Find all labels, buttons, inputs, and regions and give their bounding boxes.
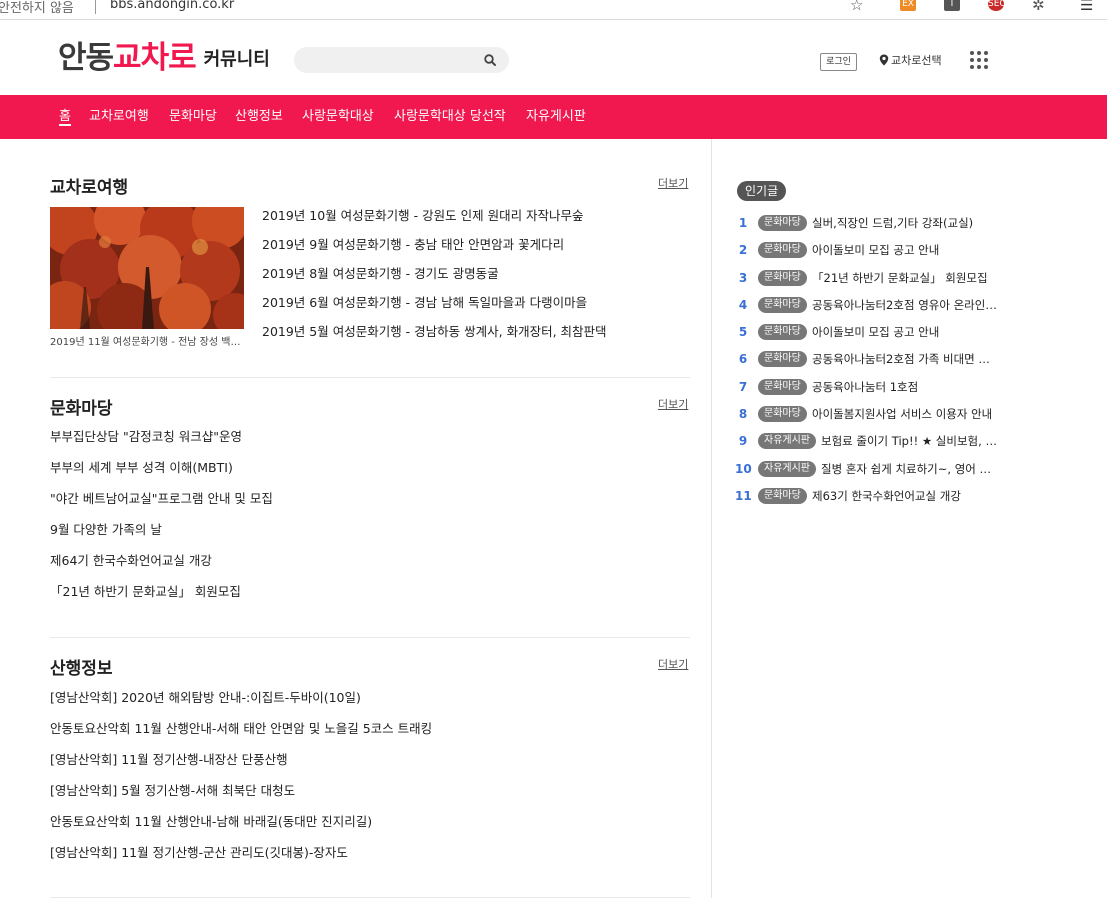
app-grid-icon[interactable] <box>970 51 988 69</box>
autumn-foliage-image <box>50 207 244 329</box>
list-item[interactable]: 안동토요산악회 11월 산행안내-남해 바래길(동대만 진지리길) <box>50 813 432 844</box>
rank-number: 2 <box>738 243 748 258</box>
list-item[interactable]: 2019년 5월 여성문화기행 - 경남하동 쌍계사, 화개장터, 최참판댁 <box>262 323 607 352</box>
popular-item-title: 질병 혼자 쉽게 치료하기~, 영어 혼자 <box>821 461 997 476</box>
rank-number: 3 <box>738 270 748 285</box>
nav-free-board[interactable]: 자유게시판 <box>526 95 586 139</box>
list-item[interactable]: [영남산악회] 11월 정기산행-내장산 단풍산행 <box>50 751 432 782</box>
list-item[interactable]: 9월 다양한 가족의 날 <box>50 521 273 552</box>
extension-seo-icon[interactable]: SEO <box>988 0 1006 11</box>
list-item[interactable]: 2019년 9월 여성문화기행 - 충남 태안 안면암과 꽃게다리 <box>262 236 607 265</box>
popular-item-title: 공동육아나눔터 1호점 <box>812 379 919 394</box>
category-badge: 문화마당 <box>758 215 807 231</box>
site-header: 안동교차로 커뮤니티 로그인 교차로선택 <box>0 20 1107 95</box>
travel-more-link[interactable]: 더보기 <box>658 175 688 191</box>
search-box <box>294 47 509 73</box>
nav-travel[interactable]: 교차로여행 <box>89 95 149 139</box>
extension-i-icon[interactable]: I <box>944 0 960 11</box>
list-item[interactable]: 안동토요산악회 11월 산행안내-서해 태안 안면암 및 노을길 5코스 트래킹 <box>50 720 432 751</box>
extension-ex-icon[interactable]: EX <box>900 0 916 11</box>
popular-item-title: 공동육아나눔터2호점 가족 비대면 프로그램 <box>812 352 997 367</box>
logo-gyocharo: 교차로 <box>113 40 197 76</box>
travel-list: 2019년 10월 여성문화기행 - 강원도 인제 원대리 자작나무숲 2019… <box>262 207 607 352</box>
list-item[interactable]: "야간 베트남어교실"프로그램 안내 및 모집 <box>50 490 273 521</box>
hiking-section-title[interactable]: 산행정보 <box>50 654 113 679</box>
popular-item-title: 아이돌보미 모집 공고 안내 <box>812 243 940 258</box>
category-badge: 문화마당 <box>758 406 807 423</box>
category-badge: 문화마당 <box>758 269 807 286</box>
browser-address-bar: 안전하지 않음 bbs.andongin.co.kr ☆ EX I SEO ✲ … <box>0 0 1107 20</box>
popular-title-badge: 인기글 <box>737 181 787 201</box>
nav-hiking[interactable]: 산행정보 <box>235 95 283 139</box>
security-indicator[interactable]: 안전하지 않음 <box>0 0 74 16</box>
hiking-more-link[interactable]: 더보기 <box>658 656 688 672</box>
travel-thumbnail[interactable] <box>50 207 244 329</box>
logo-community: 커뮤니티 <box>203 49 270 70</box>
reading-list-icon[interactable]: ☰ <box>1080 0 1093 14</box>
list-item[interactable]: 부부집단상담 "감정코칭 워크샵"운영 <box>50 428 273 459</box>
rank-number: 1 <box>738 216 748 230</box>
category-badge: 문화마당 <box>758 351 807 368</box>
login-button[interactable]: 로그인 <box>820 53 857 71</box>
address-separator <box>95 0 96 14</box>
popular-item-title: 보험료 줄이기 Tip!! ★ 실비보험, 암보험 <box>821 434 997 449</box>
category-badge: 문화마당 <box>758 296 807 313</box>
culture-section-title[interactable]: 문화마당 <box>50 394 113 419</box>
culture-list: 부부집단상담 "감정코칭 워크샵"운영 부부의 세계 부부 성격 이해(MBTI… <box>50 428 273 614</box>
travel-thumbnail-caption[interactable]: 2019년 11월 여성문화기행 - 전남 장성 백양사 <box>50 333 244 348</box>
popular-item-title: 「21년 하반기 문화교실」 회원모집 <box>812 270 988 285</box>
nav-literature-award[interactable]: 사랑문학대상 <box>302 95 374 139</box>
main-nav: 홈 교차로여행 문화마당 산행정보 사랑문학대상 사랑문학대상 당선작 자유게시… <box>0 95 1107 139</box>
popular-sidebar: 인기글 1 문화마당 실버,직장인 드럼,기타 강좌(교실) 2 문화마당 아이돌보미 … <box>713 139 1107 898</box>
extensions-puzzle-icon[interactable]: ✲ <box>1032 0 1045 14</box>
region-label: 교차로선택 <box>891 54 942 67</box>
list-item[interactable]: 부부의 세계 부부 성격 이해(MBTI) <box>50 459 273 490</box>
popular-item-title: 아이돌봄지원사업 서비스 이용자 안내 <box>812 407 993 422</box>
rank-number: 8 <box>738 407 748 422</box>
category-badge: 문화마당 <box>758 487 807 504</box>
rank-number: 5 <box>738 325 748 340</box>
rank-number: 10 <box>735 461 752 476</box>
category-badge: 문화마당 <box>758 324 807 341</box>
list-item[interactable]: 2019년 10월 여성문화기행 - 강원도 인제 원대리 자작나무숲 <box>262 207 607 236</box>
search-input[interactable] <box>306 50 476 70</box>
rank-number: 6 <box>738 352 748 367</box>
list-item[interactable]: [영남산악회] 5월 정기산행-서해 최북단 대청도 <box>50 782 432 813</box>
nav-culture[interactable]: 문화마당 <box>169 95 217 139</box>
travel-section-title[interactable]: 교차로여행 <box>50 173 128 198</box>
popular-item-title: 제63기 한국수화언어교실 개강 <box>812 488 961 503</box>
url-field[interactable]: bbs.andongin.co.kr <box>110 0 234 12</box>
site-logo[interactable]: 안동교차로 커뮤니티 <box>58 41 270 77</box>
list-item[interactable]: 2019년 6월 여성문화기행 - 경남 남해 독일마을과 다랭이마을 <box>262 294 607 323</box>
popular-item-title: 아이돌보미 모집 공고 안내 <box>812 325 940 340</box>
search-icon[interactable] <box>483 53 497 67</box>
category-badge: 자유게시판 <box>758 460 816 477</box>
section-divider <box>50 637 690 638</box>
rank-number: 11 <box>735 488 752 503</box>
list-item[interactable]: [영남산악회] 11월 정기산행-군산 관리도(깃대봉)-장자도 <box>50 844 432 875</box>
region-select[interactable]: 교차로선택 <box>879 53 942 69</box>
rank-number: 7 <box>738 379 748 394</box>
category-badge: 자유게시판 <box>758 433 816 450</box>
popular-item-title: 실버,직장인 드럼,기타 강좌(교실) <box>812 216 974 230</box>
hiking-list: [영남산악회] 2020년 해외탐방 안내-:이집트-두바이(10일) 안동토요… <box>50 689 432 875</box>
list-item[interactable]: [영남산악회] 2020년 해외탐방 안내-:이집트-두바이(10일) <box>50 689 432 720</box>
main-content: 교차로여행 더보기 2019년 11월 여성문화기행 - 전남 장성 백양사 2… <box>0 139 712 898</box>
list-item[interactable]: 제64기 한국수화언어교실 개강 <box>50 552 273 583</box>
logo-andong: 안동 <box>58 40 114 76</box>
popular-item-title: 공동육아나눔터2호점 영유아 온라인 프로그램 <box>812 297 997 312</box>
section-divider <box>50 377 690 378</box>
nav-literature-winners[interactable]: 사랑문학대상 당선작 <box>394 95 506 139</box>
list-item[interactable]: 2019년 8월 여성문화기행 - 경기도 광명동굴 <box>262 265 607 294</box>
location-pin-icon <box>879 54 889 66</box>
list-item[interactable]: 「21년 하반기 문화교실」 회원모집 <box>50 583 273 614</box>
bookmark-star-icon[interactable]: ☆ <box>850 0 863 14</box>
category-badge: 문화마당 <box>758 242 807 259</box>
rank-number: 9 <box>738 434 748 449</box>
nav-home[interactable]: 홈 <box>59 95 71 139</box>
rank-number: 4 <box>738 297 748 312</box>
category-badge: 문화마당 <box>758 378 807 395</box>
culture-more-link[interactable]: 더보기 <box>658 396 688 412</box>
